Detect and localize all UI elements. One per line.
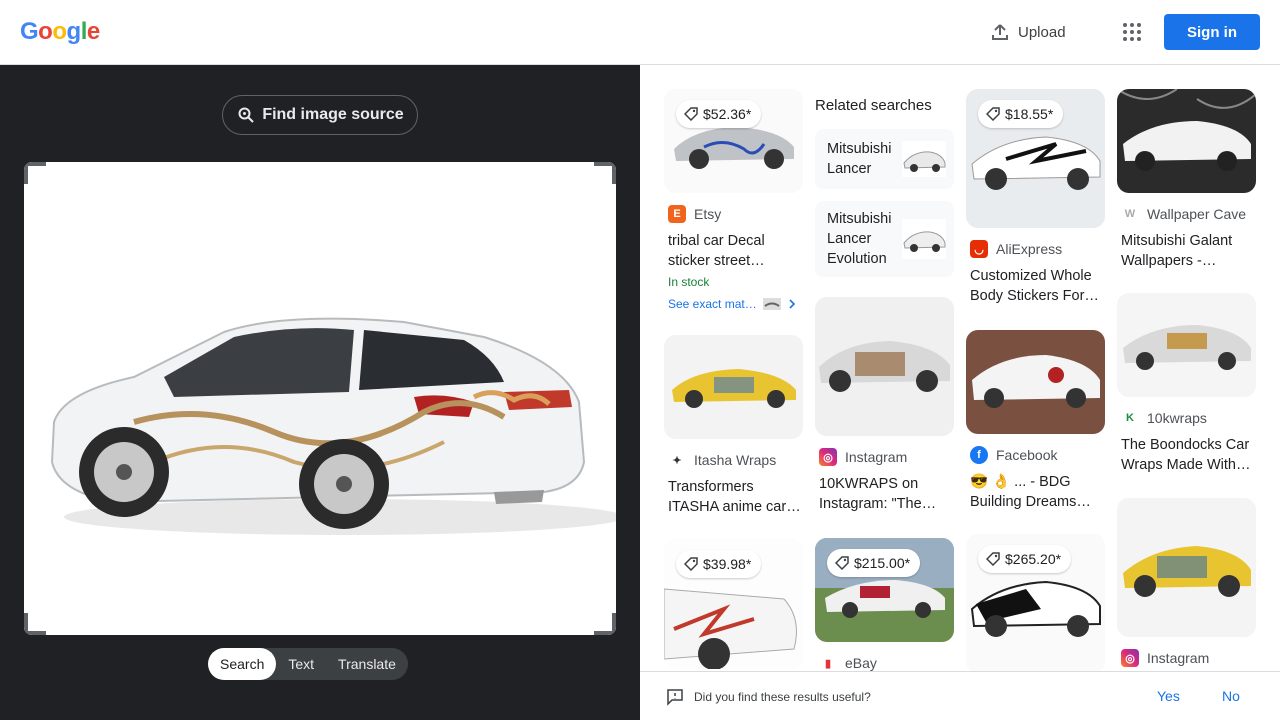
feedback-no-button[interactable]: No [1222, 688, 1240, 704]
related-search-mitsubishi-lancer[interactable]: Mitsubishi Lancer [815, 129, 954, 189]
result-title[interactable]: 😎 👌 ... - BDG Building Dreams… [970, 472, 1105, 512]
result-thumbnail[interactable]: $18.55* [966, 89, 1105, 228]
crop-handle-bottom-left[interactable] [24, 613, 46, 635]
crop-handle-bottom-right[interactable] [594, 613, 616, 635]
google-logo[interactable]: Google [20, 18, 100, 46]
result-thumbnail[interactable]: $52.36* [664, 89, 803, 193]
result-title[interactable]: The Boondocks Car Wraps Made With… [1121, 435, 1256, 475]
tab-text[interactable]: Text [276, 648, 326, 680]
crop-handle-top-left[interactable] [24, 162, 46, 184]
price-badge: $39.98* [676, 550, 762, 578]
instagram-icon: ◎ [819, 448, 837, 466]
results-column-1: $52.36* E Etsy tribal car Decal sticker … [664, 89, 803, 669]
upload-icon [992, 24, 1008, 40]
tab-search[interactable]: Search [208, 648, 277, 680]
find-image-source-button[interactable]: Find image source [222, 95, 418, 135]
related-search-mitsubishi-lancer-evolution[interactable]: Mitsubishi Lancer Evolution [815, 201, 954, 277]
chevron-right-icon [789, 299, 795, 309]
price-badge: $265.20* [978, 545, 1072, 573]
result-image [966, 330, 1105, 434]
result-source[interactable]: ✦ Itasha Wraps [668, 451, 803, 469]
price-badge: $215.00* [827, 549, 921, 577]
results-column-3: $18.55* ◡ AliExpress Customized Whole Bo… [966, 89, 1105, 671]
price-tag-icon [684, 107, 698, 121]
result-source[interactable]: E Etsy [668, 205, 803, 223]
result-thumbnail[interactable] [966, 330, 1105, 434]
result-image [815, 297, 954, 436]
price-badge: $18.55* [978, 100, 1064, 128]
related-searches-heading: Related searches [815, 97, 932, 114]
price-badge: $52.36* [676, 100, 762, 128]
result-title[interactable]: Mitsubishi Galant Wallpapers -… [1121, 231, 1256, 271]
result-thumbnail[interactable] [815, 297, 954, 436]
result-thumbnail[interactable] [1117, 498, 1256, 637]
feedback-bar: Did you find these results useful? Yes N… [640, 671, 1280, 720]
related-search-thumbnail [902, 219, 946, 259]
result-title[interactable]: 10KWRAPS on Instagram: "The… [819, 474, 954, 514]
ebay-icon: ▮ [819, 654, 837, 671]
see-exact-match-link[interactable]: See exact mat… [668, 297, 803, 311]
result-thumbnail[interactable]: $215.00* [815, 538, 954, 642]
feedback-icon [667, 689, 683, 706]
result-image [664, 335, 803, 439]
result-source[interactable]: K 10kwraps [1121, 409, 1256, 427]
result-thumbnail[interactable] [1117, 293, 1256, 397]
crop-handle-top-right[interactable] [594, 162, 616, 184]
results-panel: $52.36* E Etsy tribal car Decal sticker … [640, 65, 1280, 671]
sign-in-button[interactable]: Sign in [1164, 14, 1260, 50]
result-image [1117, 498, 1256, 637]
upload-button[interactable]: Upload [990, 20, 1066, 44]
price-tag-icon [835, 556, 849, 570]
mode-tabs: Search Text Translate [208, 648, 408, 680]
result-source[interactable]: ◎ Instagram [1121, 649, 1256, 667]
etsy-icon: E [668, 205, 686, 223]
result-thumbnail[interactable]: $39.98* [664, 539, 803, 669]
result-title[interactable]: Customized Whole Body Stickers For… [970, 266, 1105, 306]
feedback-yes-button[interactable]: Yes [1157, 688, 1180, 704]
price-tag-icon [684, 557, 698, 571]
result-source[interactable]: W Wallpaper Cave [1121, 205, 1256, 223]
car-thumbnail-icon [762, 298, 781, 310]
car-image [24, 162, 616, 635]
feedback-question: Did you find these results useful? [666, 688, 871, 706]
result-title[interactable]: tribal car Decal sticker street… [668, 231, 803, 271]
source-image-panel: Find image source Search Text Translate [0, 65, 640, 720]
results-column-4: W Wallpaper Cave Mitsubishi Galant Wallp… [1117, 89, 1256, 667]
apps-grid-icon[interactable] [1120, 20, 1144, 44]
find-image-source-label: Find image source [262, 106, 404, 123]
tab-translate[interactable]: Translate [326, 648, 408, 680]
price-tag-icon [986, 107, 1000, 121]
lens-search-icon [238, 107, 255, 123]
aliexpress-icon: ◡ [970, 240, 988, 258]
result-source[interactable]: f Facebook [970, 446, 1105, 464]
wallpaper-cave-icon: W [1121, 205, 1139, 223]
result-image [1117, 293, 1256, 397]
query-image[interactable] [24, 162, 616, 635]
stock-status: In stock [668, 275, 710, 289]
10kwraps-icon: K [1121, 409, 1139, 427]
result-thumbnail[interactable] [664, 335, 803, 439]
result-title[interactable]: Transformers ITASHA anime car… [668, 477, 803, 517]
upload-label: Upload [1018, 23, 1066, 41]
result-thumbnail[interactable]: $265.20* [966, 534, 1105, 671]
price-tag-icon [986, 552, 1000, 566]
result-source[interactable]: ▮ eBay [819, 654, 954, 671]
result-image [1117, 89, 1256, 193]
top-bar: Google Upload Sign in [0, 0, 1280, 65]
result-source[interactable]: ◎ Instagram [819, 448, 954, 466]
itasha-wraps-icon: ✦ [668, 451, 686, 469]
result-thumbnail[interactable] [1117, 89, 1256, 193]
result-source[interactable]: ◡ AliExpress [970, 240, 1105, 258]
facebook-icon: f [970, 446, 988, 464]
related-search-thumbnail [902, 141, 946, 177]
results-column-2: Related searches Mitsubishi Lancer Mitsub… [815, 89, 954, 671]
instagram-icon: ◎ [1121, 649, 1139, 667]
